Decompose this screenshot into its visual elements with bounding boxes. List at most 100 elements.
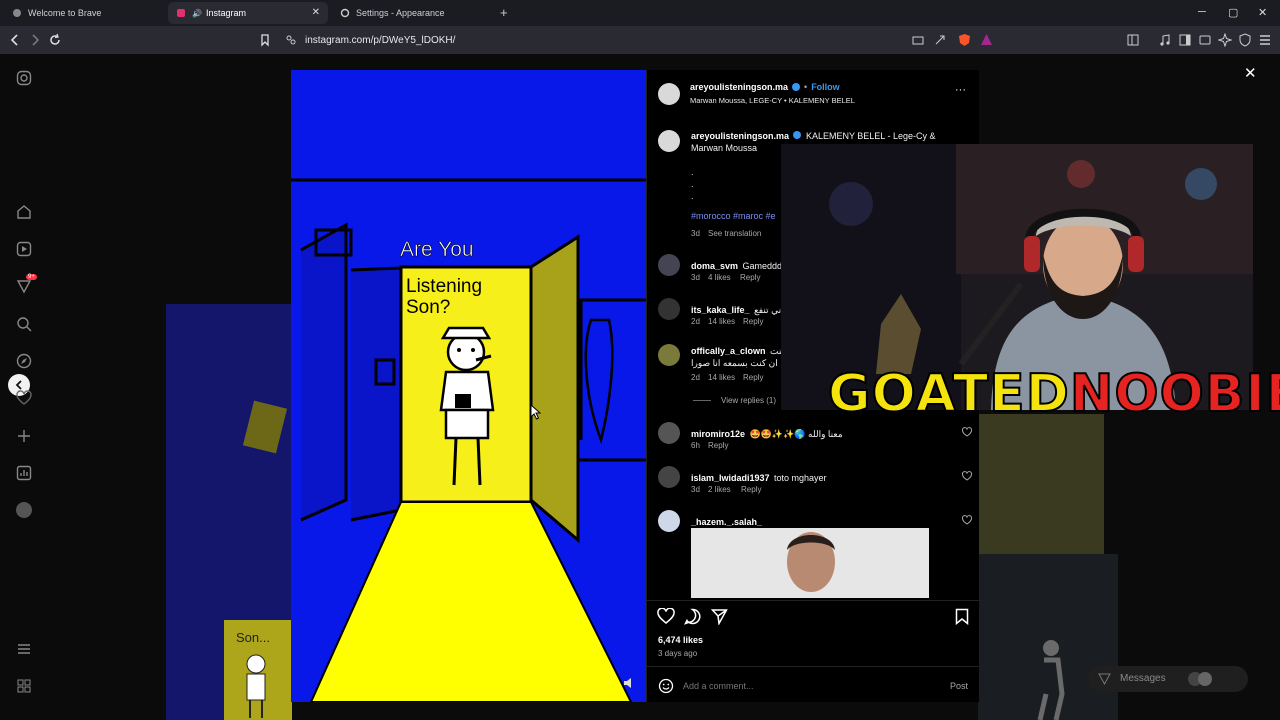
search-icon[interactable] [16,316,32,332]
home-icon[interactable] [16,204,32,220]
messages-icon[interactable] [16,278,32,294]
reply-button[interactable]: Reply [741,485,761,494]
comment-likes[interactable]: 2 likes [708,485,731,494]
explore-icon[interactable] [16,353,32,369]
caption-username[interactable]: areyoulisteningson.ma [691,131,789,141]
like-comment-icon[interactable] [962,427,972,437]
likes-count[interactable]: 6,474 likes [658,635,703,645]
author-avatar[interactable] [658,83,680,105]
like-comment-icon[interactable] [962,471,972,481]
tab-label: Instagram [205,8,246,18]
caption-dot: . [691,179,694,189]
address-bar[interactable]: instagram.com/p/DWeY5_lDOKH/ [280,30,1000,50]
comment-likes[interactable]: 14 likes [708,373,735,382]
reply-button[interactable]: Reply [740,273,760,282]
like-icon[interactable] [657,608,675,624]
emoji-icon[interactable] [658,678,674,694]
gear-icon [340,8,350,18]
drawing-text-middle: Listening Son? [406,276,526,318]
leo-ai-icon[interactable] [1218,33,1232,47]
volume-icon[interactable] [623,677,637,689]
comment-avatar[interactable] [658,298,680,320]
back-icon[interactable] [8,33,22,47]
media-icon[interactable] [1158,33,1172,47]
reels-icon[interactable] [16,241,32,257]
comment-text-line2: ان كنت بسمعه انا صورا [691,358,778,368]
comment: offically_a_clown كنت ان كنت بسمعه انا ص… [691,344,786,369]
reply-button[interactable]: Reply [743,317,763,326]
profile-avatar[interactable] [16,502,32,518]
author-username[interactable]: areyoulisteningson.ma [690,82,788,92]
caption-avatar[interactable] [658,130,680,152]
brave-shields-icon[interactable] [958,33,971,47]
share-post-icon[interactable] [711,608,728,625]
comment-avatar[interactable] [658,344,680,366]
comment-avatar[interactable] [658,510,680,532]
new-tab-button[interactable]: + [500,5,508,20]
close-window-button[interactable]: ✕ [1258,6,1267,19]
divider [647,666,980,667]
comment-text: اني تنفع [754,305,784,315]
caption-time: 3d [691,229,700,238]
vpn-icon[interactable] [1238,33,1252,47]
panel-icon[interactable] [1178,33,1192,47]
divider [647,600,980,601]
tab-label: Welcome to Brave [28,8,102,18]
post-comment-button[interactable]: Post [950,681,968,691]
reload-icon[interactable] [48,33,62,47]
tab-instagram[interactable]: 🔊 Instagram ✕ [168,2,328,24]
bookmark-icon[interactable] [258,33,272,47]
follow-button[interactable]: Follow [811,82,840,92]
comment-avatar[interactable] [658,422,680,444]
comment-likes[interactable]: 4 likes [708,273,731,282]
background-post-thumb-right [978,414,1104,554]
tab-welcome[interactable]: Welcome to Brave [4,2,164,24]
close-post-button[interactable]: ✕ [1244,64,1257,82]
notifications-icon[interactable] [16,390,32,406]
drawing-text-top: Are You [400,238,474,262]
more-menu-icon[interactable] [16,641,32,657]
comment-username[interactable]: offically_a_clown [691,346,766,356]
reply-button[interactable]: Reply [708,441,728,450]
messages-button[interactable]: Messages [1088,666,1248,692]
maximize-button[interactable]: ▢ [1228,6,1238,19]
more-options-icon[interactable]: ··· [955,84,966,96]
comment-username[interactable]: doma_svm [691,261,738,271]
create-icon[interactable] [16,428,32,444]
audio-subtitle[interactable]: Marwan Moussa, LEGE-CY • KALEMENY BELEL [690,96,855,105]
see-translation-link[interactable]: See translation [708,229,761,238]
wallet-icon[interactable] [1198,33,1212,47]
instagram-logo-icon[interactable] [16,70,32,86]
add-comment-input[interactable] [683,676,923,696]
like-comment-icon[interactable] [962,515,972,525]
comment-avatar[interactable] [658,466,680,488]
comment-avatar[interactable] [658,254,680,276]
close-tab-icon[interactable]: ✕ [312,7,320,18]
site-info-icon[interactable] [285,34,297,46]
comment-username[interactable]: _hazem._.salah_ [691,517,762,527]
save-icon[interactable] [955,608,969,625]
view-replies-button[interactable]: View replies (1) [721,396,776,405]
comment-icon[interactable] [684,608,701,625]
comment-image[interactable] [691,528,929,598]
menu-icon[interactable] [1258,33,1272,47]
share-icon[interactable] [934,34,946,46]
comment-username[interactable]: islam_lwidadi1937 [691,473,770,483]
dashboard-icon[interactable] [16,465,32,481]
brave-icon [13,9,21,17]
forward-icon[interactable] [28,33,42,47]
tab-settings[interactable]: Settings - Appearance [332,2,492,24]
reply-button[interactable]: Reply [743,373,763,382]
cast-icon[interactable] [912,34,924,46]
tab-label: Settings - Appearance [356,8,445,18]
hashtags[interactable]: #morocco #maroc #e [691,211,776,221]
sidebar-toggle-icon[interactable] [1126,33,1140,47]
brave-rewards-icon[interactable] [980,33,993,46]
notification-badge: 9+ [26,274,37,280]
comment-likes[interactable]: 14 likes [708,317,735,326]
minimize-button[interactable]: ─ [1198,6,1206,18]
post-media[interactable]: Are You Listening Son? [291,70,646,702]
also-from-meta-icon[interactable] [16,678,32,694]
comment-username[interactable]: miromiro12e [691,429,745,439]
comment-username[interactable]: its_kaka_life_ [691,305,750,315]
